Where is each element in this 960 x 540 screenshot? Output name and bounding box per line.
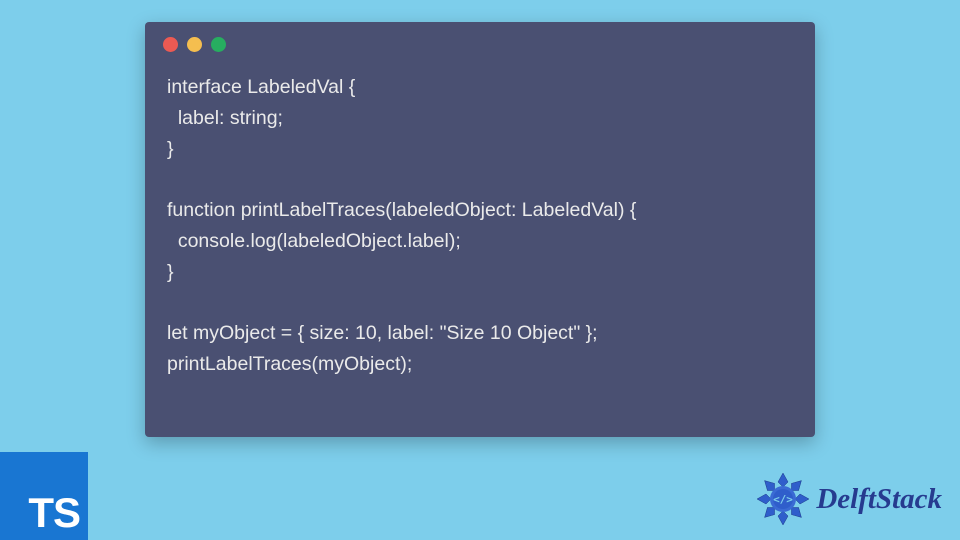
close-icon (163, 37, 178, 52)
typescript-badge: TS (0, 452, 88, 540)
code-content: interface LabeledVal { label: string; } … (145, 52, 815, 400)
code-window: interface LabeledVal { label: string; } … (145, 22, 815, 437)
brand-name: DelftStack (816, 483, 942, 516)
typescript-badge-label: TS (28, 492, 80, 534)
window-controls (145, 22, 815, 52)
brand-logo: </> DelftStack (754, 470, 942, 528)
brand-mandala-icon: </> (754, 470, 812, 528)
svg-text:</>: </> (773, 493, 793, 506)
maximize-icon (211, 37, 226, 52)
minimize-icon (187, 37, 202, 52)
